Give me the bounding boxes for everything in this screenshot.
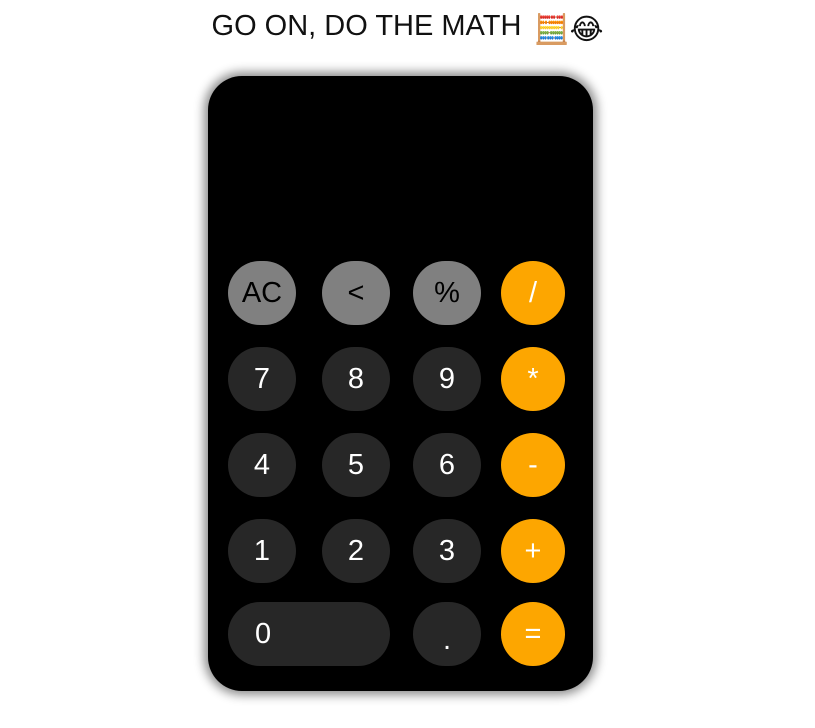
digit-9-button[interactable]: 9: [413, 347, 481, 411]
digit-4-label: 4: [253, 448, 271, 481]
percent-button-label: %: [434, 276, 460, 309]
divide-button[interactable]: /: [501, 261, 565, 325]
digit-6-label: 6: [438, 448, 456, 481]
digit-0-label: 0: [255, 617, 272, 650]
backspace-button-label: <: [347, 276, 365, 309]
abacus-laughing-emoji-icon: 🧮😂: [533, 14, 604, 46]
decimal-button-label: .: [442, 623, 452, 656]
page-title: GO ON, DO THE MATH 🧮😂: [0, 10, 815, 47]
calculator-display: [228, 96, 573, 256]
digit-1-label: 1: [253, 534, 271, 567]
subtract-button-label: -: [528, 448, 538, 481]
digit-7-button[interactable]: 7: [228, 347, 296, 411]
backspace-button[interactable]: <: [322, 261, 390, 325]
clear-button-label: AC: [241, 276, 283, 309]
equals-button[interactable]: =: [501, 602, 565, 666]
multiply-button[interactable]: *: [501, 347, 565, 411]
divide-button-label: /: [528, 276, 538, 309]
add-button[interactable]: +: [501, 519, 565, 583]
digit-3-button[interactable]: 3: [413, 519, 481, 583]
digit-2-button[interactable]: 2: [322, 519, 390, 583]
add-button-label: +: [524, 534, 542, 567]
digit-3-label: 3: [438, 534, 456, 567]
digit-4-button[interactable]: 4: [228, 433, 296, 497]
page-title-text: GO ON, DO THE MATH: [211, 10, 522, 42]
subtract-button[interactable]: -: [501, 433, 565, 497]
digit-5-button[interactable]: 5: [322, 433, 390, 497]
digit-5-label: 5: [347, 448, 365, 481]
digit-6-button[interactable]: 6: [413, 433, 481, 497]
decimal-button[interactable]: .: [413, 602, 481, 666]
calculator: AC < % / 7 8 9 * 4 5 6 - 1 2 3 + 0 . =: [208, 76, 593, 691]
multiply-button-label: *: [527, 362, 539, 395]
digit-0-button[interactable]: 0: [228, 602, 390, 666]
digit-1-button[interactable]: 1: [228, 519, 296, 583]
digit-2-label: 2: [347, 534, 365, 567]
digit-9-label: 9: [438, 362, 456, 395]
percent-button[interactable]: %: [413, 261, 481, 325]
clear-button[interactable]: AC: [228, 261, 296, 325]
digit-8-button[interactable]: 8: [322, 347, 390, 411]
digit-8-label: 8: [347, 362, 365, 395]
equals-button-label: =: [524, 617, 542, 650]
digit-7-label: 7: [253, 362, 271, 395]
